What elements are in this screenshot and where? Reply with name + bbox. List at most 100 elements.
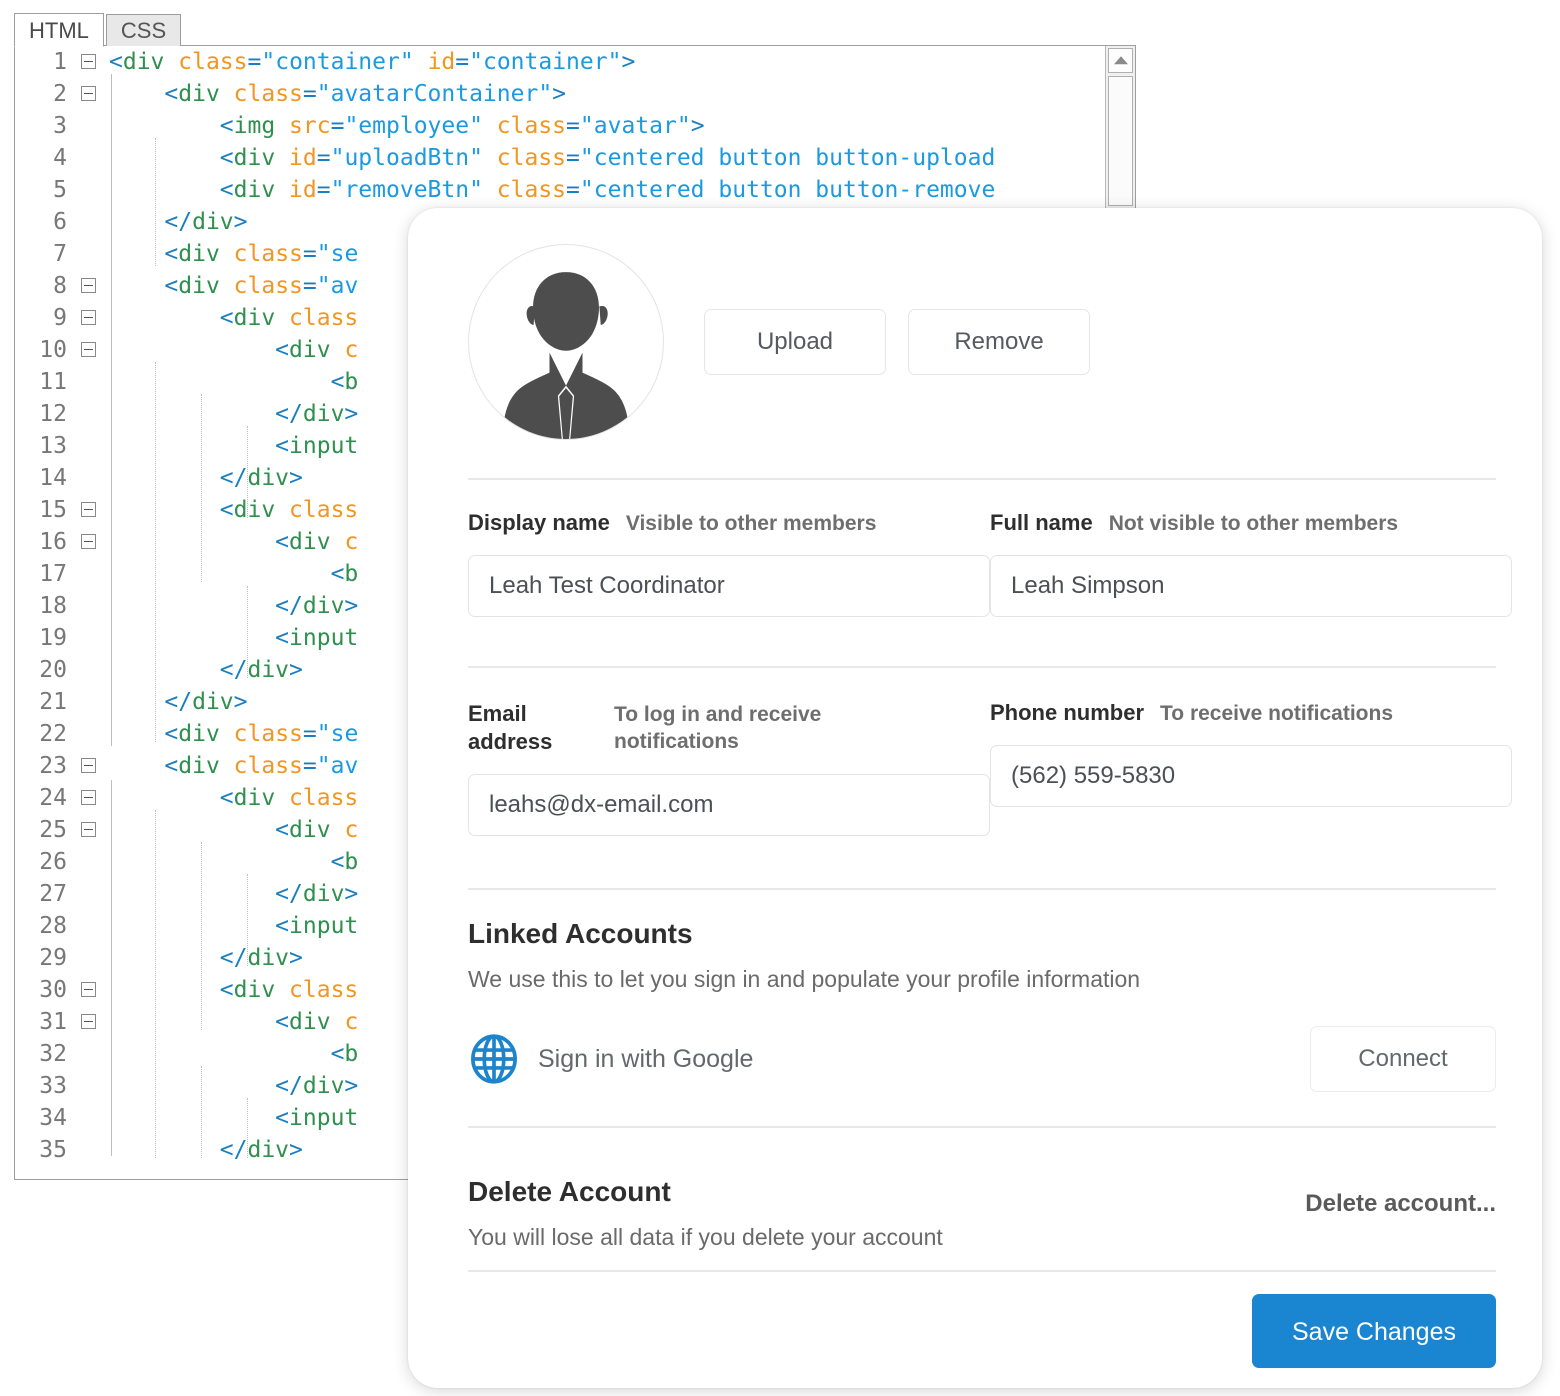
- line-number: 6: [53, 209, 67, 235]
- avatar[interactable]: [468, 244, 664, 440]
- collapse-icon: [81, 278, 96, 293]
- field-display-name: Display name Visible to other members: [468, 510, 990, 618]
- connect-button[interactable]: Connect: [1310, 1026, 1496, 1092]
- divider-2: [468, 666, 1496, 668]
- line-number: 29: [39, 945, 67, 971]
- profile-settings-modal: Upload Remove Display name Visible to ot…: [408, 208, 1542, 1388]
- collapse-icon: [81, 1014, 96, 1029]
- delete-account-subtitle: You will lose all data if you delete you…: [468, 1224, 943, 1250]
- fold-toggle[interactable]: [67, 334, 109, 366]
- divider-5: [468, 1270, 1496, 1272]
- code-text: <div class="container" id="container">: [109, 49, 636, 75]
- fold-toggle[interactable]: [67, 782, 109, 814]
- email-address-input[interactable]: [468, 773, 990, 836]
- line-number: 35: [39, 1137, 67, 1163]
- chevron-up-icon: [1113, 55, 1128, 64]
- fold-toggle[interactable]: [67, 526, 109, 558]
- line-number: 30: [39, 977, 67, 1003]
- line-number: 16: [39, 529, 67, 555]
- collapse-icon: [81, 342, 96, 357]
- collapse-icon: [81, 86, 96, 101]
- avatar-section: Upload Remove: [468, 242, 1496, 442]
- scroll-up-button[interactable]: [1108, 48, 1133, 73]
- fold-toggle[interactable]: [67, 974, 109, 1006]
- collapse-icon: [81, 54, 96, 69]
- collapse-icon: [81, 758, 96, 773]
- field-email-address: Email address To log in and receive noti…: [468, 700, 990, 836]
- fold-toggle[interactable]: [67, 46, 109, 78]
- phone-number-input[interactable]: [990, 745, 1512, 808]
- line-number: 3: [53, 113, 67, 139]
- remove-button[interactable]: Remove: [908, 309, 1090, 375]
- line-number: 18: [39, 593, 67, 619]
- fold-toggle[interactable]: [67, 1006, 109, 1038]
- line-number: 22: [39, 721, 67, 747]
- line-number: 15: [39, 497, 67, 523]
- display-name-input[interactable]: [468, 555, 990, 618]
- linked-accounts-subtitle: We use this to let you sign in and popul…: [468, 966, 1141, 992]
- collapse-icon: [81, 502, 96, 517]
- line-number: 11: [39, 369, 67, 395]
- linked-accounts-section: Linked Accounts We use this to let you s…: [468, 918, 1496, 993]
- full-name-label: Full name: [990, 510, 1093, 535]
- line-number: 26: [39, 849, 67, 875]
- line-number: 33: [39, 1073, 67, 1099]
- fold-toggle[interactable]: [67, 78, 109, 110]
- line-number: 13: [39, 433, 67, 459]
- divider-3: [468, 888, 1496, 890]
- tab-css[interactable]: CSS: [105, 14, 182, 46]
- delete-account-link[interactable]: Delete account...: [1305, 1190, 1496, 1218]
- line-number: 1: [53, 49, 67, 75]
- full-name-hint: Not visible to other members: [1108, 512, 1399, 535]
- field-full-name: Full name Not visible to other members: [990, 510, 1512, 618]
- tab-html[interactable]: HTML: [14, 13, 104, 47]
- line-number: 19: [39, 625, 67, 651]
- phone-number-hint: To receive notifications: [1160, 702, 1394, 725]
- save-changes-button[interactable]: Save Changes: [1252, 1294, 1496, 1368]
- collapse-icon: [81, 982, 96, 997]
- upload-button[interactable]: Upload: [704, 309, 886, 375]
- fold-toggle[interactable]: [67, 270, 109, 302]
- fold-toggle[interactable]: [67, 750, 109, 782]
- delete-account-section: Delete Account You will lose all data if…: [468, 1176, 1496, 1251]
- code-line: 3 <img src="employee" class="avatar">: [15, 110, 1105, 142]
- phone-number-label: Phone number: [990, 700, 1145, 725]
- line-number: 12: [39, 401, 67, 427]
- line-number: 28: [39, 913, 67, 939]
- code-line: 4 <div id="uploadBtn" class="centered bu…: [15, 142, 1105, 174]
- display-name-label: Display name: [468, 510, 610, 535]
- line-number: 4: [53, 145, 67, 171]
- fold-toggle[interactable]: [67, 302, 109, 334]
- linked-account-row-google: Sign in with Google Connect: [468, 1026, 1496, 1092]
- collapse-icon: [81, 534, 96, 549]
- email-address-label: Email address: [468, 701, 553, 754]
- code-text: <img src="employee" class="avatar">: [219, 113, 705, 139]
- fold-toggle[interactable]: [67, 814, 109, 846]
- line-number: 5: [53, 177, 67, 203]
- collapse-icon: [81, 310, 96, 325]
- full-name-input[interactable]: [990, 555, 1512, 618]
- businessman-avatar-icon: [503, 272, 629, 439]
- divider-4: [468, 1126, 1496, 1128]
- collapse-icon: [81, 822, 96, 837]
- line-number: 23: [39, 753, 67, 779]
- email-address-hint: To log in and receive notifications: [614, 703, 822, 754]
- divider-1: [468, 478, 1496, 480]
- fold-toggle[interactable]: [67, 494, 109, 526]
- line-number: 17: [39, 561, 67, 587]
- line-number: 21: [39, 689, 67, 715]
- scrollbar-thumb[interactable]: [1108, 76, 1133, 206]
